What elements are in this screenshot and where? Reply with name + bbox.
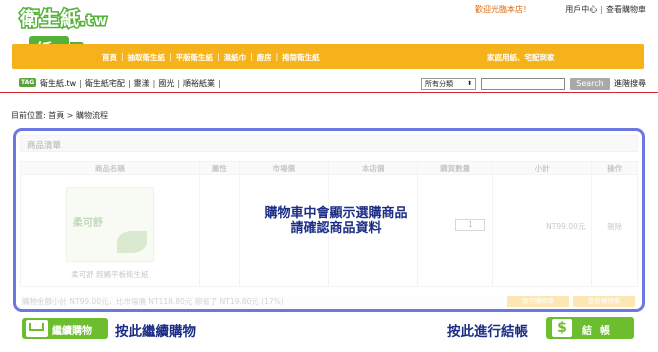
continue-shopping-button[interactable]: 繼續購物 <box>22 318 108 339</box>
category-select[interactable]: 所有分類 ⬍ <box>421 78 476 90</box>
welcome-text: 歡迎光臨本店！ <box>475 5 531 14</box>
product-brand: 柔可舒 <box>73 218 103 229</box>
continue-shopping-note: 按此繼續購物 <box>115 324 196 340</box>
logo-text: 衛生紙.tw <box>18 7 108 32</box>
tag-link[interactable]: 順裕紙業 <box>183 79 215 88</box>
nav-item-facial-tissue[interactable]: 抽取衛生紙 <box>126 52 168 63</box>
nav-item-flat-tissue[interactable]: 平版衛生紙 <box>174 52 216 63</box>
product-name[interactable]: 柔可舒 輕觸平板衛生紙 <box>21 269 199 280</box>
tag-link[interactable]: 衛生紙.tw <box>40 79 76 88</box>
tag-links: 衛生紙.tw | 衛生紙宅配 | 靈漾 | 國光 | 順裕紙業 | <box>40 79 221 88</box>
column-header: 操作 <box>607 164 623 173</box>
leaf-icon <box>117 231 147 253</box>
tag-link[interactable]: 國光 <box>158 79 174 88</box>
summary-text: 購物金額小計 NT99.00元，比市場價 NT118.80元 節省了 NT19.… <box>22 297 284 306</box>
product-image[interactable]: 柔可舒 <box>66 187 154 262</box>
shopping-cart-icon <box>26 320 48 337</box>
nav-item-roll-tissue[interactable]: 捲筒衛生紙 <box>280 52 322 63</box>
breadcrumb: 目前位置: 首頁 > 購物流程 <box>11 111 109 120</box>
product-attribute <box>200 175 240 286</box>
cart-summary: 購物金額小計 NT99.00元，比市場價 NT118.80元 節省了 NT19.… <box>20 295 638 309</box>
column-header: 商品名稱 <box>21 162 200 174</box>
delete-link[interactable]: 刪除 <box>592 221 637 232</box>
main-nav: 首頁 | 抽取衛生紙 | 平版衛生紙 | 濕紙巾 | 廚房 | 捲筒衛生紙 家庭用紙、宅配… <box>12 44 644 69</box>
nav-slogan: 家庭用紙、宅配到家 <box>487 53 555 62</box>
subtotal: NT99.00元 <box>546 222 586 231</box>
quantity-input[interactable]: 1 <box>455 219 486 231</box>
checkout-button[interactable]: $ 結帳 <box>546 317 634 339</box>
search-button[interactable]: Search <box>570 78 610 90</box>
column-header: 購買數量 <box>418 162 493 174</box>
tag-badge: TAG <box>19 78 37 87</box>
cart-title: 商品清單 <box>20 135 638 152</box>
checkout-note: 按此進行結帳 <box>447 324 528 340</box>
column-header: 市場價 <box>240 162 329 174</box>
tag-link[interactable]: 靈漾 <box>134 79 150 88</box>
cart-hint-message: 購物車中會顯示選購商品 請確認商品資料 <box>264 206 408 236</box>
top-links: 用戶中心 | 查看購物車 <box>565 5 646 14</box>
chevron-down-icon: ⬍ <box>466 80 472 87</box>
nav-item-home[interactable]: 首頁 <box>100 52 119 63</box>
dollar-icon: $ <box>552 319 572 337</box>
column-header: 屬性 <box>200 162 240 174</box>
column-header: 小計 <box>493 162 593 174</box>
user-center-link[interactable]: 用戶中心 <box>565 5 597 14</box>
nav-item-kitchen[interactable]: 廚房 <box>255 52 274 63</box>
view-cart-link[interactable]: 查看購物車 <box>606 5 646 14</box>
tag-bar: TAG 衛生紙.tw | 衛生紙宅配 | 靈漾 | 國光 | 順裕紙業 | 所有分類 ⬍ Searc… <box>0 73 658 93</box>
update-cart-button[interactable]: 更新購物車 <box>573 296 635 307</box>
advanced-search-link[interactable]: 進階搜尋 <box>614 78 646 89</box>
search-input[interactable] <box>481 78 565 90</box>
table-header: 商品名稱 屬性 市場價 本店價 購買數量 小計 操作 <box>20 161 638 175</box>
column-header: 本店價 <box>329 162 419 174</box>
nav-item-wet-wipes[interactable]: 濕紙巾 <box>222 52 249 63</box>
clear-cart-button[interactable]: 清空購物車 <box>507 296 569 307</box>
tag-link[interactable]: 衛生紙宅配 <box>85 79 125 88</box>
